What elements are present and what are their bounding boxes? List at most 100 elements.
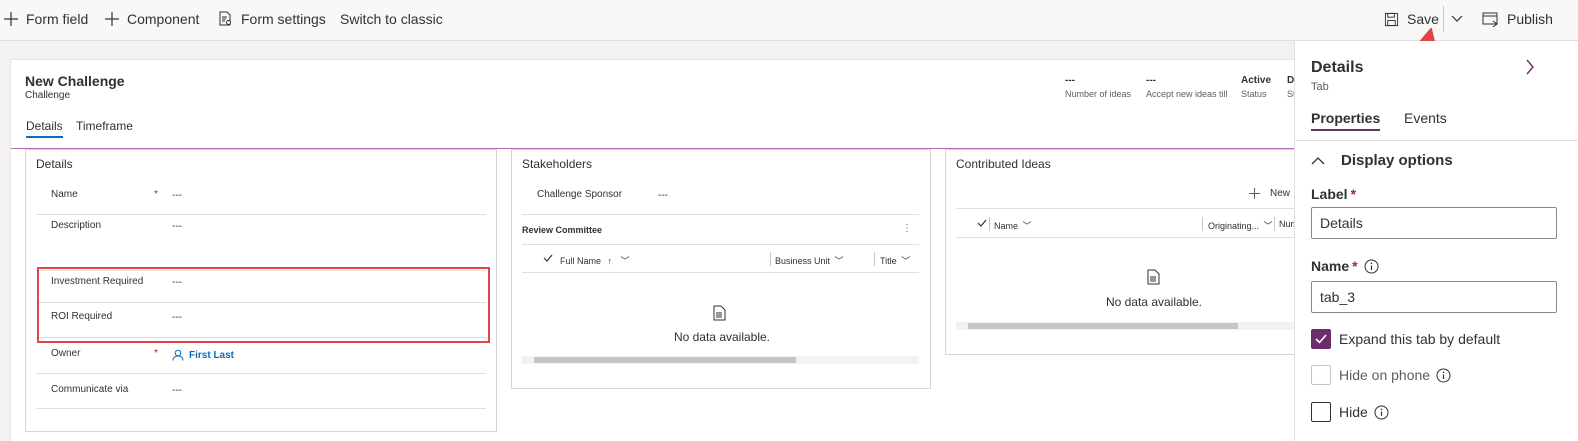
header-field-value: Active — [1241, 75, 1272, 86]
column-separator — [1202, 217, 1203, 231]
owner-name: First Last — [189, 349, 235, 361]
scrollbar-thumb[interactable] — [968, 323, 1238, 329]
publish-button[interactable]: Publish — [1482, 0, 1553, 38]
column-label: Business Unit — [775, 256, 831, 266]
save-icon — [1384, 12, 1399, 26]
chevron-right-icon[interactable] — [1525, 59, 1535, 75]
header-field-accept-ideas-till[interactable]: --- Accept new ideas till — [1146, 75, 1228, 99]
field-label: Challenge Sponsor — [537, 189, 623, 200]
settings-document-icon — [219, 11, 231, 26]
form-field-button[interactable]: Form field — [4, 0, 88, 38]
chevron-up-icon — [1311, 157, 1325, 165]
field-divider — [522, 214, 919, 215]
form-field-label: Form field — [26, 11, 89, 27]
contributed-ideas-section[interactable]: Contributed Ideas New Name ﹀ Originating… — [945, 149, 1306, 355]
column-header-title[interactable]: Title ﹀ — [880, 254, 910, 267]
info-icon[interactable] — [1374, 405, 1389, 420]
chevron-down-icon: ﹀ — [620, 256, 630, 266]
header-field-label: Accept new ideas till — [1146, 89, 1228, 99]
tab-timeframe[interactable]: Timeframe — [76, 119, 133, 133]
field-label: Communicate via — [51, 384, 129, 395]
header-field-value: --- — [1146, 75, 1156, 86]
checkbox-box — [1311, 402, 1331, 422]
scrollbar-thumb[interactable] — [534, 357, 796, 363]
component-label: Component — [127, 11, 200, 27]
new-record-button[interactable]: New — [1249, 188, 1290, 199]
more-options-icon[interactable]: ⋮ — [902, 223, 912, 234]
grid-divider — [956, 237, 1306, 238]
grid-divider — [522, 244, 919, 245]
person-icon — [172, 349, 184, 361]
column-header-full-name[interactable]: Full Name ↑ ﹀ — [560, 254, 630, 267]
header-field-label: Number of ideas — [1065, 89, 1132, 99]
select-all-checkmark-icon[interactable] — [543, 254, 553, 262]
header-field-status[interactable]: Active Status — [1241, 75, 1271, 99]
display-options-toggle[interactable]: Display options — [1311, 152, 1453, 169]
component-button[interactable]: Component — [105, 0, 199, 38]
tab-events[interactable]: Events — [1404, 110, 1447, 126]
document-icon — [1147, 269, 1160, 285]
field-value: --- — [172, 385, 182, 396]
header-field-value: --- — [1065, 75, 1075, 86]
field-label: Name — [51, 189, 78, 200]
switch-to-classic-label: Switch to classic — [340, 11, 443, 27]
checkbox-label: Hide — [1339, 404, 1368, 420]
column-header-name[interactable]: Name ﹀ — [994, 219, 1032, 232]
field-divider — [36, 408, 486, 409]
chevron-down-icon: ﹀ — [1263, 221, 1273, 231]
checkbox-box — [1311, 329, 1331, 349]
form-settings-button[interactable]: Form settings — [217, 0, 326, 38]
info-icon[interactable] — [1364, 259, 1379, 274]
select-all-checkmark-icon[interactable] — [977, 219, 987, 227]
empty-grid-message: No data available. — [1105, 295, 1203, 309]
expand-by-default-checkbox[interactable]: Expand this tab by default — [1311, 329, 1500, 349]
form-canvas: New Challenge Challenge --- Number of id… — [0, 41, 1306, 441]
required-marker: * — [154, 189, 158, 200]
chevron-down-icon — [1451, 15, 1463, 22]
switch-to-classic-button[interactable]: Switch to classic — [340, 0, 443, 38]
grid-divider — [956, 208, 1306, 209]
command-bar: Form field Component Form settings Switc… — [0, 0, 1578, 41]
form-title: New Challenge — [25, 73, 125, 89]
column-label: Full Name — [560, 256, 602, 266]
owner-lookup-value[interactable]: First Last — [172, 349, 234, 361]
plus-icon — [4, 12, 18, 26]
grid-divider — [522, 272, 919, 273]
properties-panel: Details Tab Properties Events Display op… — [1294, 41, 1578, 441]
field-divider — [36, 373, 486, 374]
subgrid-title: Review Committee — [522, 225, 603, 235]
empty-grid-message: No data available. — [673, 330, 771, 344]
panel-subtitle: Tab — [1311, 81, 1329, 93]
horizontal-scrollbar[interactable] — [956, 322, 1306, 330]
save-label: Save — [1407, 11, 1439, 27]
hide-checkbox[interactable]: Hide — [1311, 402, 1389, 422]
info-icon[interactable] — [1436, 368, 1451, 383]
plus-icon — [1249, 188, 1260, 199]
column-separator — [874, 252, 875, 266]
field-label: Description — [51, 220, 102, 231]
section-title: Stakeholders — [522, 157, 593, 171]
column-header-originating[interactable]: Originating... ﹀ — [1208, 219, 1273, 232]
header-field-label: Status — [1241, 89, 1267, 99]
header-field-number-of-ideas[interactable]: --- Number of ideas — [1065, 75, 1131, 99]
details-section[interactable]: Details Name * --- Description --- Inves… — [25, 149, 497, 432]
column-header-business-unit[interactable]: Business Unit ﹀ — [775, 254, 844, 267]
save-options-dropdown[interactable] — [1451, 0, 1471, 38]
required-marker: * — [154, 348, 158, 359]
tab-properties[interactable]: Properties — [1311, 110, 1381, 131]
tab-details[interactable]: Details — [26, 119, 63, 138]
column-separator — [989, 217, 990, 231]
label-input[interactable] — [1311, 207, 1557, 239]
column-separator — [770, 252, 771, 266]
panel-divider — [1295, 140, 1578, 141]
chevron-down-icon: ﹀ — [1022, 221, 1032, 231]
chevron-down-icon: ﹀ — [834, 256, 844, 266]
stakeholders-section[interactable]: Stakeholders Challenge Sponsor --- Revie… — [511, 149, 931, 389]
hide-on-phone-checkbox[interactable]: Hide on phone — [1311, 365, 1451, 385]
horizontal-scrollbar[interactable] — [522, 356, 919, 364]
form-entity-name: Challenge — [25, 90, 71, 101]
name-input[interactable] — [1311, 281, 1557, 313]
required-marker: * — [1352, 258, 1358, 274]
chevron-down-icon: ﹀ — [901, 256, 911, 266]
field-value: --- — [172, 221, 182, 232]
